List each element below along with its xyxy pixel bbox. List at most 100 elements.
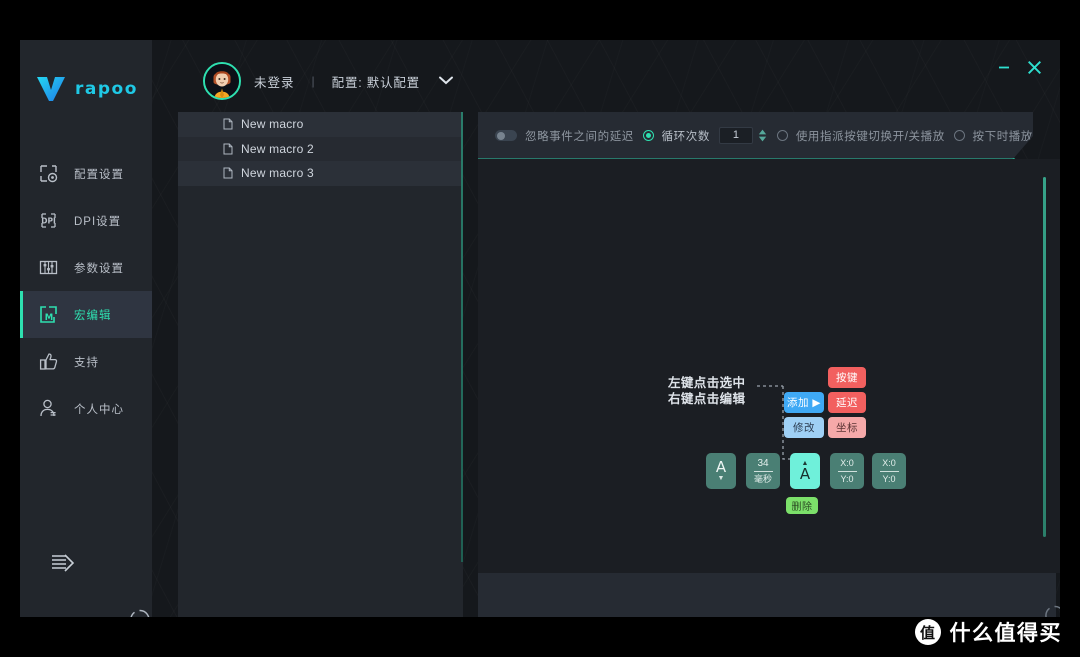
sidebar-item-config-settings[interactable]: 配置设置	[20, 150, 152, 197]
file-icon	[223, 143, 233, 155]
spinner-down-arrow	[758, 136, 767, 142]
action-coord-button[interactable]: 坐标	[828, 417, 866, 438]
action-add-button[interactable]: 添加 ▶	[784, 392, 824, 413]
macro-editor-panel: 忽略事件之间的延迟 循环次数 1 使用指派按键切换开/关播放 按下时播放 左键点…	[478, 112, 1060, 617]
sidebar-item-label: 宏编辑	[74, 309, 112, 322]
watermark-text: 什么值得买	[949, 621, 1062, 645]
event-card-delay-value: 34	[757, 457, 769, 469]
avatar[interactable]	[203, 62, 241, 100]
connector-lines	[757, 385, 792, 489]
event-card-key-press-selected[interactable]: ▲ A	[790, 453, 820, 489]
event-card-divider	[879, 470, 899, 472]
close-button[interactable]	[1021, 54, 1047, 80]
ignore-delay-toggle[interactable]	[495, 130, 517, 141]
watermark-badge: 值	[914, 619, 941, 645]
sidebar-item-label: 支持	[74, 356, 99, 369]
config-settings-icon	[40, 165, 58, 183]
macro-list-item[interactable]: New macro 2	[178, 136, 463, 161]
chevron-down-icon[interactable]	[438, 72, 454, 90]
brand-name: rapoo	[75, 79, 138, 99]
hint-line-1: 左键点击选中	[668, 376, 746, 390]
macro-name: New macro 3	[241, 166, 314, 181]
header-bar: 未登录 | 配置: 默认配置	[152, 40, 1060, 112]
macro-edit-icon: M	[40, 306, 57, 323]
event-card-coordinate[interactable]: X:0 Y:0	[830, 453, 864, 489]
user-avatar-icon	[205, 64, 239, 98]
editor-toolbar: 忽略事件之间的延迟 循环次数 1 使用指派按键切换开/关播放 按下时播放	[478, 112, 1033, 159]
editor-footer-bar	[478, 573, 1056, 617]
loop-count-label: 循环次数	[661, 130, 710, 143]
action-modify-button[interactable]: 修改	[784, 417, 824, 438]
profile-area: 未登录 | 配置: 默认配置	[203, 62, 454, 100]
event-card-key-release[interactable]: A ▼	[706, 453, 736, 489]
event-card-key: A	[715, 458, 727, 476]
event-card-x: X:0	[840, 457, 854, 468]
hint-line-2: 右键点击编辑	[668, 392, 746, 406]
toolbar-controls: 忽略事件之间的延迟 循环次数 1 使用指派按键切换开/关播放 按下时播放	[478, 112, 1033, 159]
screenshot-root: rapoo 配置设置 DPI DPI设置 参数设置 M 宏编辑 支持 个人中心 …	[0, 0, 1080, 657]
watermark: 值 什么值得买	[914, 617, 1063, 647]
loop-count-radio[interactable]	[642, 130, 654, 141]
app-window: rapoo 配置设置 DPI DPI设置 参数设置 M 宏编辑 支持 个人中心 …	[20, 40, 1060, 617]
sidebar-item-support[interactable]: 支持	[20, 338, 152, 385]
action-key-button[interactable]: 按键	[828, 367, 866, 388]
file-icon	[223, 167, 233, 179]
event-card-y: Y:0	[882, 473, 896, 484]
event-card-y: Y:0	[840, 473, 854, 484]
sidebar-item-label: 个人中心	[74, 403, 124, 416]
collapse-panel-icon[interactable]	[50, 552, 76, 574]
minimize-button[interactable]	[991, 54, 1017, 80]
chevron-glyph	[439, 76, 453, 85]
assign-key-radio[interactable]	[776, 130, 788, 141]
event-card-coordinate[interactable]: X:0 Y:0	[872, 453, 906, 489]
login-status[interactable]: 未登录	[254, 72, 295, 91]
loop-count-stepper[interactable]: 1	[718, 127, 767, 144]
event-card-divider	[753, 470, 773, 472]
sidebar-item-personal-center[interactable]: 个人中心	[20, 385, 152, 432]
macro-list-item[interactable]: New macro 3	[178, 161, 463, 186]
svg-text:M: M	[45, 313, 53, 323]
assign-key-label: 使用指派按键切换开/关播放	[795, 130, 945, 143]
window-controls	[991, 54, 1047, 80]
sidebar-item-label: 参数设置	[74, 262, 124, 275]
loading-spinner-left	[128, 608, 151, 617]
macro-list-scrollbar[interactable]	[461, 112, 463, 562]
spinner-arrows-icon[interactable]	[758, 129, 767, 142]
sidebar-item-label: 配置设置	[74, 168, 124, 181]
sidebar: rapoo 配置设置 DPI DPI设置 参数设置 M 宏编辑 支持 个人中心	[20, 40, 152, 617]
brand-logo: rapoo	[20, 66, 152, 112]
event-card-direction: ▼	[717, 475, 725, 482]
play-on-press-radio[interactable]	[953, 130, 965, 141]
action-delete-button[interactable]: 删除	[786, 497, 818, 514]
sidebar-item-parameter-settings[interactable]: 参数设置	[20, 244, 152, 291]
thumbs-up-icon	[39, 353, 58, 370]
svg-text:DPI: DPI	[41, 217, 56, 226]
editor-hint: 左键点击选中 右键点击编辑	[668, 375, 745, 407]
v-logo-icon	[37, 77, 65, 101]
event-card-delay-unit: 毫秒	[753, 473, 772, 484]
file-icon	[223, 118, 233, 130]
loading-spinner-right	[1043, 604, 1060, 617]
action-delay-button[interactable]: 延迟	[828, 392, 866, 413]
spinner-icon	[130, 609, 150, 617]
macro-name: New macro	[241, 117, 304, 132]
canvas-scrollbar[interactable]	[1043, 177, 1046, 537]
macro-canvas: 左键点击选中 右键点击编辑 添加 ▶ 修改 按键 延迟 坐标 删除 A ▼ 34…	[478, 159, 1060, 573]
event-card-delay[interactable]: 34 毫秒	[746, 453, 780, 489]
close-icon	[1027, 60, 1041, 74]
macro-list-item[interactable]: New macro	[178, 112, 463, 137]
dpi-settings-icon: DPI	[41, 213, 56, 228]
sidebar-item-label: DPI设置	[74, 215, 122, 228]
event-card-x: X:0	[882, 457, 896, 468]
sidebar-item-macro-edit[interactable]: M 宏编辑	[20, 291, 152, 338]
sidebar-item-dpi-settings[interactable]: DPI DPI设置	[20, 197, 152, 244]
minimize-icon	[999, 66, 1009, 69]
play-on-press-label: 按下时播放	[972, 130, 1033, 143]
event-card-key: A	[799, 465, 811, 483]
spinner-up-arrow	[758, 129, 767, 135]
config-selector-label[interactable]: 配置: 默认配置	[332, 72, 420, 91]
loop-count-input[interactable]: 1	[718, 127, 753, 144]
parameter-settings-icon	[39, 260, 58, 275]
spinner-icon	[1045, 605, 1060, 617]
macro-name: New macro 2	[241, 141, 314, 156]
